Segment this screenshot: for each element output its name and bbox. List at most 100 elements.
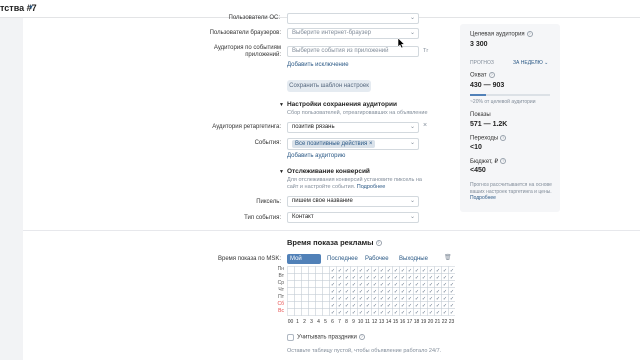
- help-icon[interactable]: ?: [488, 72, 495, 78]
- add-exclusion-link[interactable]: Добавить исключение: [287, 62, 349, 68]
- users-os-select[interactable]: ⌄: [287, 13, 419, 24]
- hour-label[interactable]: 00: [287, 319, 294, 325]
- schedule-cell[interactable]: [294, 294, 302, 302]
- schedule-cell[interactable]: [322, 301, 330, 309]
- day-label[interactable]: Вс: [275, 308, 284, 314]
- schedule-cell[interactable]: [287, 280, 295, 288]
- tab-working[interactable]: Рабочее: [362, 254, 394, 264]
- schedule-cell[interactable]: [301, 266, 309, 274]
- help-icon[interactable]: ?: [375, 240, 382, 247]
- hour-label[interactable]: 8: [343, 319, 350, 325]
- holidays-checkbox[interactable]: [287, 334, 294, 341]
- pixel-select[interactable]: пишем свое название ⌄: [287, 196, 419, 207]
- schedule-cell[interactable]: [308, 266, 316, 274]
- schedule-cell[interactable]: [301, 280, 309, 288]
- hour-label[interactable]: 22: [441, 319, 448, 325]
- conversion-more-link[interactable]: Подробнее: [357, 184, 386, 190]
- schedule-cell[interactable]: [322, 308, 330, 316]
- help-icon[interactable]: ?: [526, 31, 533, 37]
- schedule-cell[interactable]: [315, 273, 323, 281]
- schedule-cell[interactable]: [294, 266, 302, 274]
- schedule-cell[interactable]: [287, 266, 295, 274]
- schedule-cell[interactable]: [301, 273, 309, 281]
- hour-label[interactable]: 16: [399, 319, 406, 325]
- hour-label[interactable]: 9: [350, 319, 357, 325]
- help-icon[interactable]: ?: [358, 334, 365, 340]
- tab-recent[interactable]: Последнее: [324, 254, 360, 264]
- hour-label[interactable]: 10: [357, 319, 364, 325]
- schedule-cell[interactable]: [308, 308, 316, 316]
- hour-label[interactable]: 18: [413, 319, 420, 325]
- hour-label[interactable]: 19: [420, 319, 427, 325]
- schedule-cell[interactable]: [322, 294, 330, 302]
- schedule-cell[interactable]: [294, 280, 302, 288]
- schedule-cell[interactable]: [294, 287, 302, 295]
- day-label[interactable]: Чт: [275, 287, 284, 293]
- hour-label[interactable]: 17: [406, 319, 413, 325]
- hour-label[interactable]: 13: [378, 319, 385, 325]
- schedule-cell[interactable]: [315, 266, 323, 274]
- hour-label[interactable]: 14: [385, 319, 392, 325]
- schedule-cell[interactable]: [315, 301, 323, 309]
- chevron-down-icon[interactable]: ▼: [28, 5, 34, 11]
- day-label[interactable]: Пт: [275, 294, 284, 300]
- forecast-more-link[interactable]: Подробнее: [470, 195, 496, 201]
- period-select[interactable]: ЗА НЕДЕЛЮ ⌄: [513, 60, 558, 67]
- schedule-cell[interactable]: [287, 308, 295, 316]
- help-icon[interactable]: ?: [500, 158, 507, 165]
- schedule-cell[interactable]: [315, 280, 323, 288]
- help-icon[interactable]: ?: [500, 135, 507, 141]
- schedule-cell[interactable]: [308, 301, 316, 309]
- hour-label[interactable]: 23: [448, 319, 455, 325]
- schedule-cell[interactable]: [287, 294, 295, 302]
- events2-select[interactable]: Все позитивные действия × ⌄: [287, 138, 419, 150]
- hour-label[interactable]: 15: [392, 319, 399, 325]
- hour-label[interactable]: 20: [427, 319, 434, 325]
- retarget-section-title[interactable]: ▼ Настройки сохранения аудитории: [279, 101, 397, 108]
- day-label[interactable]: Ср: [275, 280, 284, 286]
- day-label[interactable]: Сб: [275, 301, 284, 307]
- hour-label[interactable]: 7: [336, 319, 343, 325]
- schedule-cell[interactable]: [315, 294, 323, 302]
- remove-tag-icon[interactable]: ×: [369, 141, 373, 147]
- hour-label[interactable]: 3: [308, 319, 315, 325]
- day-label[interactable]: Пн: [275, 266, 284, 272]
- tab-my-time[interactable]: Мой время: [287, 254, 321, 272]
- schedule-cell[interactable]: [301, 287, 309, 295]
- schedule-cell[interactable]: [287, 287, 295, 295]
- schedule-cell[interactable]: [294, 308, 302, 316]
- schedule-cell[interactable]: [308, 294, 316, 302]
- add-audience-link[interactable]: Добавить аудиторию: [287, 153, 345, 159]
- schedule-cell[interactable]: [301, 308, 309, 316]
- close-icon[interactable]: ×: [423, 122, 427, 129]
- conversion-section-title[interactable]: ▼ Отслеживание конверсий: [279, 168, 370, 175]
- schedule-grid[interactable]: ✓ ✓ ✓ ✓ ✓ ✓ ✓ ✓ ✓ ✓ ✓ ✓ ✓ ✓ ✓ ✓ ✓ ✓✓ ✓ ✓ ✓ ✓ ✓ ✓ ✓ ✓ ✓ ✓ ✓ ✓ ✓ ✓ ✓ ✓ ✓✓ ✓ ✓ ✓…: [287, 266, 455, 316]
- day-label[interactable]: Вт: [275, 273, 284, 279]
- schedule-cell[interactable]: [315, 308, 323, 316]
- retarget-select[interactable]: позитив рязань ⌄: [287, 122, 419, 133]
- event-type-select[interactable]: Контакт ⌄: [287, 212, 419, 223]
- hour-label[interactable]: 21: [434, 319, 441, 325]
- hour-label[interactable]: 6: [329, 319, 336, 325]
- schedule-cell[interactable]: [308, 273, 316, 281]
- schedule-cell[interactable]: [322, 287, 330, 295]
- schedule-cell[interactable]: [301, 301, 309, 309]
- save-template-button[interactable]: Сохранить шаблон настроек: [287, 80, 371, 92]
- schedule-cell[interactable]: [308, 280, 316, 288]
- schedule-cell[interactable]: [301, 294, 309, 302]
- schedule-cell[interactable]: [322, 273, 330, 281]
- hour-label[interactable]: 2: [301, 319, 308, 325]
- schedule-cell[interactable]: [322, 266, 330, 274]
- hour-label[interactable]: 5: [322, 319, 329, 325]
- hour-label[interactable]: 4: [315, 319, 322, 325]
- schedule-cell[interactable]: [287, 301, 295, 309]
- tab-weekend[interactable]: Выходные: [396, 254, 430, 264]
- schedule-cell[interactable]: [315, 287, 323, 295]
- hour-label[interactable]: 12: [371, 319, 378, 325]
- hour-label[interactable]: 1: [294, 319, 301, 325]
- hour-label[interactable]: 11: [364, 319, 371, 325]
- schedule-cell[interactable]: [287, 273, 295, 281]
- schedule-cell[interactable]: [294, 301, 302, 309]
- schedule-cell[interactable]: [294, 273, 302, 281]
- schedule-cell[interactable]: [322, 280, 330, 288]
